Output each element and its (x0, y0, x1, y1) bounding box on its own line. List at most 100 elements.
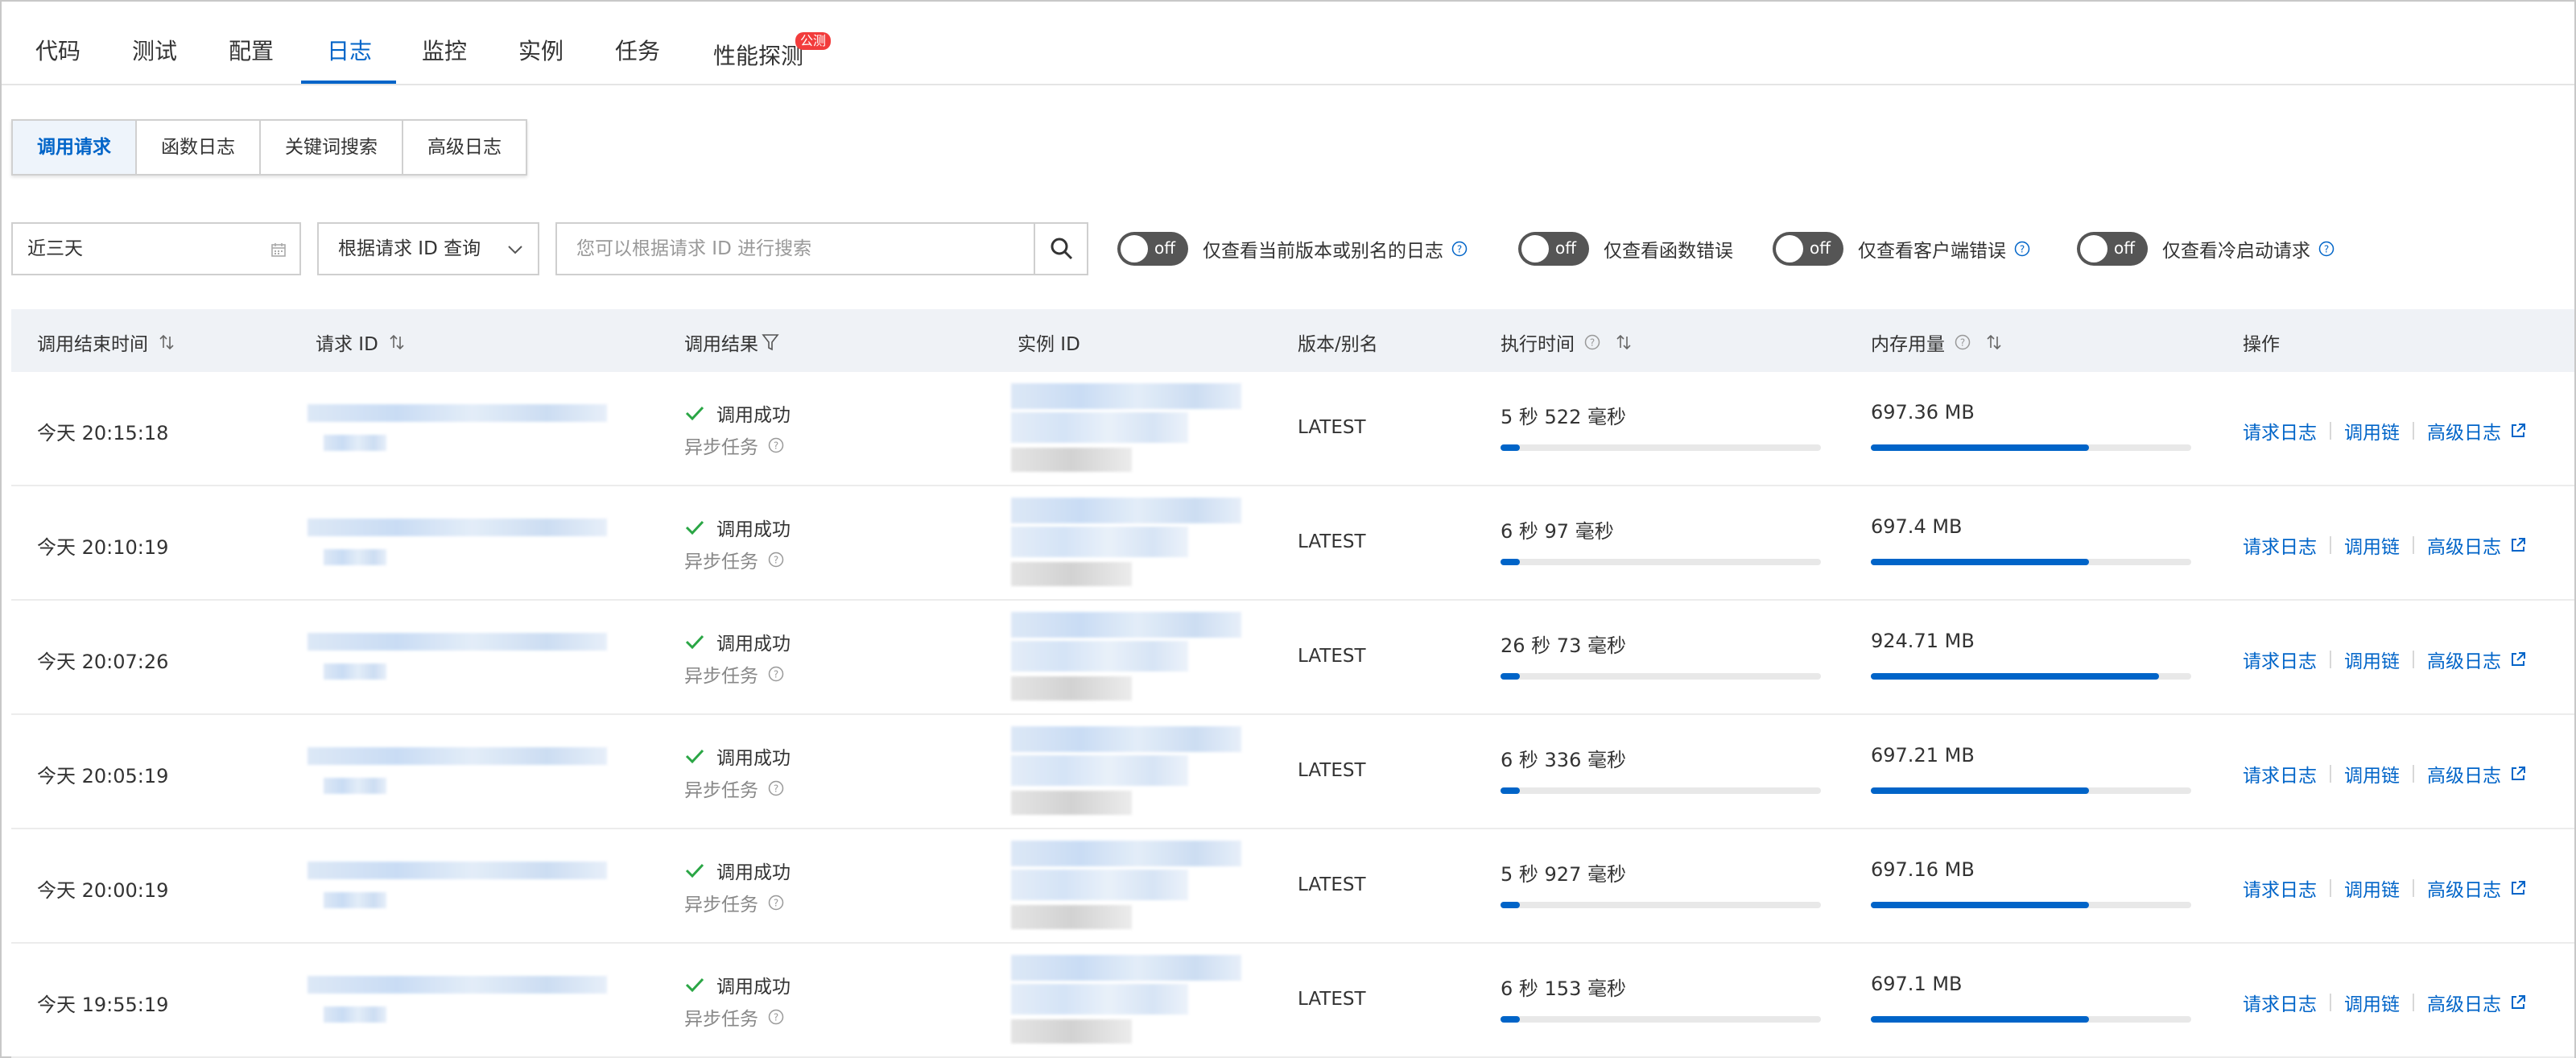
help-icon[interactable]: ? (768, 895, 784, 911)
subtab-keyword-search[interactable]: 关键词搜索 (261, 121, 403, 174)
help-icon[interactable]: ? (768, 1009, 784, 1025)
request-log-link[interactable]: 请求日志 (2243, 989, 2317, 1016)
help-icon[interactable]: ? (2318, 241, 2334, 257)
advanced-log-link[interactable]: 高级日志 (2427, 760, 2501, 787)
trace-link[interactable]: 调用链 (2344, 417, 2400, 444)
advanced-log-link[interactable]: 高级日志 (2427, 417, 2501, 444)
external-link-icon[interactable] (2509, 765, 2527, 783)
exec-time-bar (1501, 1016, 1821, 1023)
divider (2413, 765, 2414, 783)
help-icon[interactable]: ? (2014, 241, 2030, 257)
tab-code[interactable]: 代码 (35, 34, 80, 66)
header-exec-time[interactable]: 执行时间 ? (1501, 329, 1633, 356)
top-nav: 代码 测试 配置 日志 监控 实例 任务 性能探测 公测 (2, 2, 2574, 85)
header-label: 调用结果 (684, 334, 758, 355)
table-row: 今天 20:00:19 调用成功 异步任务 ? LATEST 5 秒 927 毫… (11, 829, 2574, 944)
search-input[interactable] (557, 224, 1035, 274)
result-status: 调用成功 (684, 742, 791, 770)
table-row: 今天 20:10:19 调用成功 异步任务 ? LATEST 6 秒 97 毫秒… (11, 486, 2574, 601)
sort-icon[interactable] (158, 333, 175, 351)
memory-bar-fill (1871, 1016, 2089, 1023)
tab-test[interactable]: 测试 (132, 34, 177, 66)
sort-icon[interactable] (1615, 333, 1633, 351)
header-end-time[interactable]: 调用结束时间 (37, 329, 175, 356)
request-log-link[interactable]: 请求日志 (2243, 760, 2317, 787)
help-icon[interactable]: ? (1955, 334, 1971, 350)
tab-logs[interactable]: 日志 (327, 34, 372, 66)
svg-text:?: ? (774, 898, 778, 909)
tab-tasks[interactable]: 任务 (615, 34, 660, 66)
external-link-icon[interactable] (2509, 422, 2527, 440)
toggle-cold-start: off 仅查看冷启动请求 ? (2077, 230, 2334, 267)
subtab-function-logs[interactable]: 函数日志 (137, 121, 261, 174)
svg-text:?: ? (1960, 337, 1965, 349)
instance-id-redacted (1011, 498, 1241, 523)
subtab-advanced-logs[interactable]: 高级日志 (403, 121, 526, 174)
trace-link[interactable]: 调用链 (2344, 531, 2400, 559)
request-log-link[interactable]: 请求日志 (2243, 531, 2317, 559)
help-icon[interactable]: ? (1584, 334, 1600, 350)
exec-time-bar (1501, 559, 1821, 565)
trace-link[interactable]: 调用链 (2344, 874, 2400, 902)
switch-knob (1776, 235, 1803, 262)
instance-id-redacted (1011, 1019, 1132, 1044)
async-task-text: 异步任务 (684, 666, 758, 687)
tab-performance-probe[interactable]: 性能探测 (713, 39, 803, 71)
function-errors-switch[interactable]: off (1518, 232, 1589, 266)
version-alias: LATEST (1298, 874, 1366, 895)
external-link-icon[interactable] (2509, 994, 2527, 1011)
subtab-invocation-requests[interactable]: 调用请求 (13, 121, 137, 174)
header-memory[interactable]: 内存用量 ? (1871, 329, 2003, 356)
memory-bar (1871, 559, 2191, 565)
divider (2413, 536, 2414, 554)
header-result[interactable]: 调用结果 (684, 329, 779, 356)
advanced-log-link[interactable]: 高级日志 (2427, 531, 2501, 559)
tab-monitor[interactable]: 监控 (422, 34, 467, 66)
request-log-link[interactable]: 请求日志 (2243, 646, 2317, 673)
toggle-label: 仅查看当前版本或别名的日志 (1203, 241, 1443, 262)
date-range-picker[interactable]: 近三天 (11, 222, 301, 275)
header-request-id[interactable]: 请求 ID (316, 329, 406, 356)
help-icon[interactable]: ? (1451, 241, 1468, 257)
advanced-log-link[interactable]: 高级日志 (2427, 646, 2501, 673)
sort-icon[interactable] (1985, 333, 2003, 351)
external-link-icon[interactable] (2509, 879, 2527, 897)
instance-id-redacted (1011, 412, 1188, 443)
client-errors-switch[interactable]: off (1773, 232, 1843, 266)
memory-usage: 697.16 MB (1871, 858, 1975, 881)
help-icon[interactable]: ? (768, 666, 784, 682)
request-id-redacted (324, 435, 386, 451)
toggle-function-errors: off 仅查看函数错误 (1518, 230, 1733, 267)
sort-icon[interactable] (388, 333, 406, 351)
memory-usage: 697.4 MB (1871, 515, 1963, 538)
filter-icon[interactable] (762, 333, 779, 352)
advanced-log-link[interactable]: 高级日志 (2427, 989, 2501, 1016)
async-task-label: 异步任务 ? (684, 775, 784, 802)
instance-id-redacted (1011, 676, 1132, 701)
query-type-select[interactable]: 根据请求 ID 查询 (317, 222, 539, 275)
tab-config[interactable]: 配置 (229, 34, 274, 66)
trace-link[interactable]: 调用链 (2344, 989, 2400, 1016)
exec-time-bar-fill (1501, 787, 1520, 794)
table-row: 今天 20:07:26 调用成功 异步任务 ? LATEST 26 秒 73 毫… (11, 601, 2574, 715)
external-link-icon[interactable] (2509, 536, 2527, 554)
request-log-link[interactable]: 请求日志 (2243, 874, 2317, 902)
advanced-log-link[interactable]: 高级日志 (2427, 874, 2501, 902)
request-id-redacted (324, 778, 386, 794)
exec-time-bar-fill (1501, 673, 1520, 680)
async-task-label: 异步任务 ? (684, 889, 784, 916)
help-icon[interactable]: ? (768, 437, 784, 453)
trace-link[interactable]: 调用链 (2344, 646, 2400, 673)
help-icon[interactable]: ? (768, 552, 784, 568)
search-button[interactable] (1034, 224, 1087, 274)
tab-instances[interactable]: 实例 (518, 34, 564, 66)
request-log-link[interactable]: 请求日志 (2243, 417, 2317, 444)
memory-usage: 697.36 MB (1871, 401, 1975, 424)
cold-start-switch[interactable]: off (2077, 232, 2148, 266)
check-icon (685, 749, 704, 764)
trace-link[interactable]: 调用链 (2344, 760, 2400, 787)
current-version-switch[interactable]: off (1117, 232, 1188, 266)
external-link-icon[interactable] (2509, 651, 2527, 668)
svg-text:?: ? (774, 783, 778, 795)
help-icon[interactable]: ? (768, 780, 784, 796)
